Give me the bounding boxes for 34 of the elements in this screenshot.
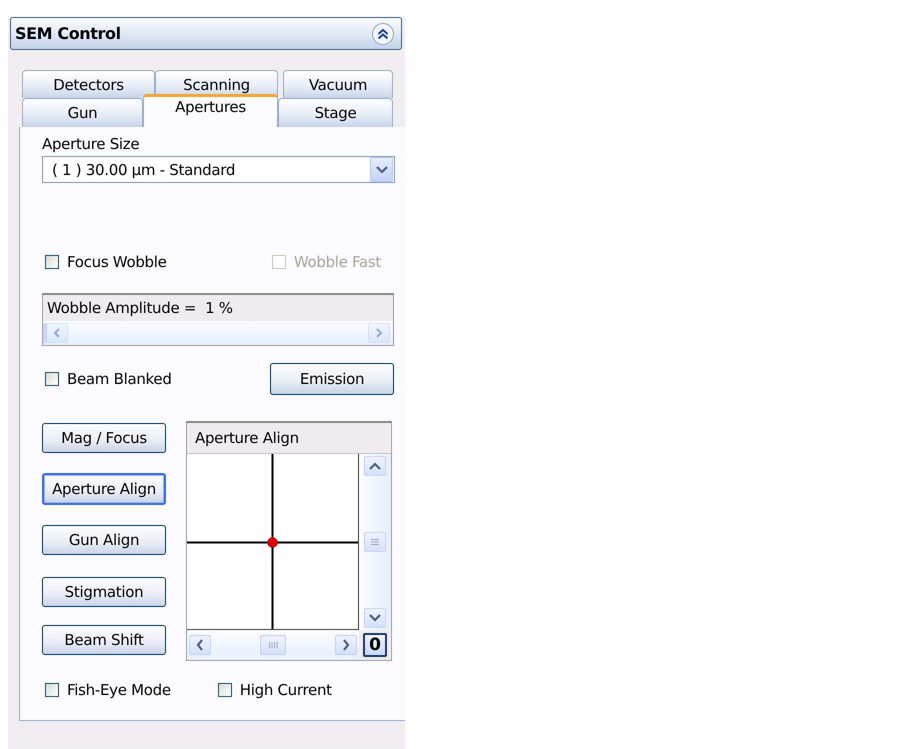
scroll-up-icon[interactable] bbox=[364, 456, 386, 476]
emission-button[interactable]: Emission bbox=[270, 363, 394, 395]
checkbox[interactable] bbox=[45, 372, 59, 386]
mode-button[interactable]: Mag / Focus bbox=[42, 423, 166, 453]
scroll-thumb[interactable] bbox=[260, 635, 286, 655]
aperture-size-dropdown[interactable]: ( 1 ) 30.00 µm - Standard bbox=[42, 156, 395, 183]
field-label: Aperture Size bbox=[42, 135, 140, 153]
slider-label: Wobble Amplitude = 1 % bbox=[46, 298, 234, 319]
tab[interactable]: Detectors bbox=[22, 70, 155, 98]
mode-button[interactable]: Aperture Align bbox=[42, 473, 166, 505]
checkbox[interactable] bbox=[218, 683, 232, 697]
checkbox[interactable] bbox=[45, 255, 59, 269]
scroll-right-icon[interactable] bbox=[335, 635, 357, 655]
checkbox-label: Fish-Eye Mode bbox=[67, 681, 171, 699]
dropdown-value: ( 1 ) 30.00 µm - Standard bbox=[52, 160, 236, 178]
collapse-icon[interactable] bbox=[371, 22, 395, 46]
mode-button[interactable]: Gun Align bbox=[42, 525, 166, 555]
checkbox-label: High Current bbox=[240, 681, 332, 699]
panel-title: SEM Control bbox=[15, 24, 121, 43]
checkbox-label: Wobble Fast bbox=[294, 253, 381, 271]
mode-button[interactable]: Stigmation bbox=[42, 577, 166, 607]
reset-button[interactable]: 0 bbox=[363, 633, 387, 657]
tab[interactable]: Stage bbox=[278, 98, 393, 127]
crosshair-drawing[interactable] bbox=[187, 454, 358, 629]
scroll-thumb[interactable] bbox=[364, 532, 386, 552]
tab[interactable]: Vacuum bbox=[283, 70, 393, 98]
checkbox[interactable] bbox=[45, 683, 59, 697]
checkbox-label: Focus Wobble bbox=[67, 253, 167, 271]
scroll-down-icon[interactable] bbox=[364, 608, 386, 628]
mode-button[interactable]: Beam Shift bbox=[42, 625, 166, 655]
tab[interactable]: Apertures bbox=[143, 94, 278, 127]
tab[interactable]: Gun bbox=[22, 98, 143, 127]
checkbox-label: Beam Blanked bbox=[67, 370, 172, 388]
scroll-left-icon[interactable] bbox=[189, 635, 211, 655]
